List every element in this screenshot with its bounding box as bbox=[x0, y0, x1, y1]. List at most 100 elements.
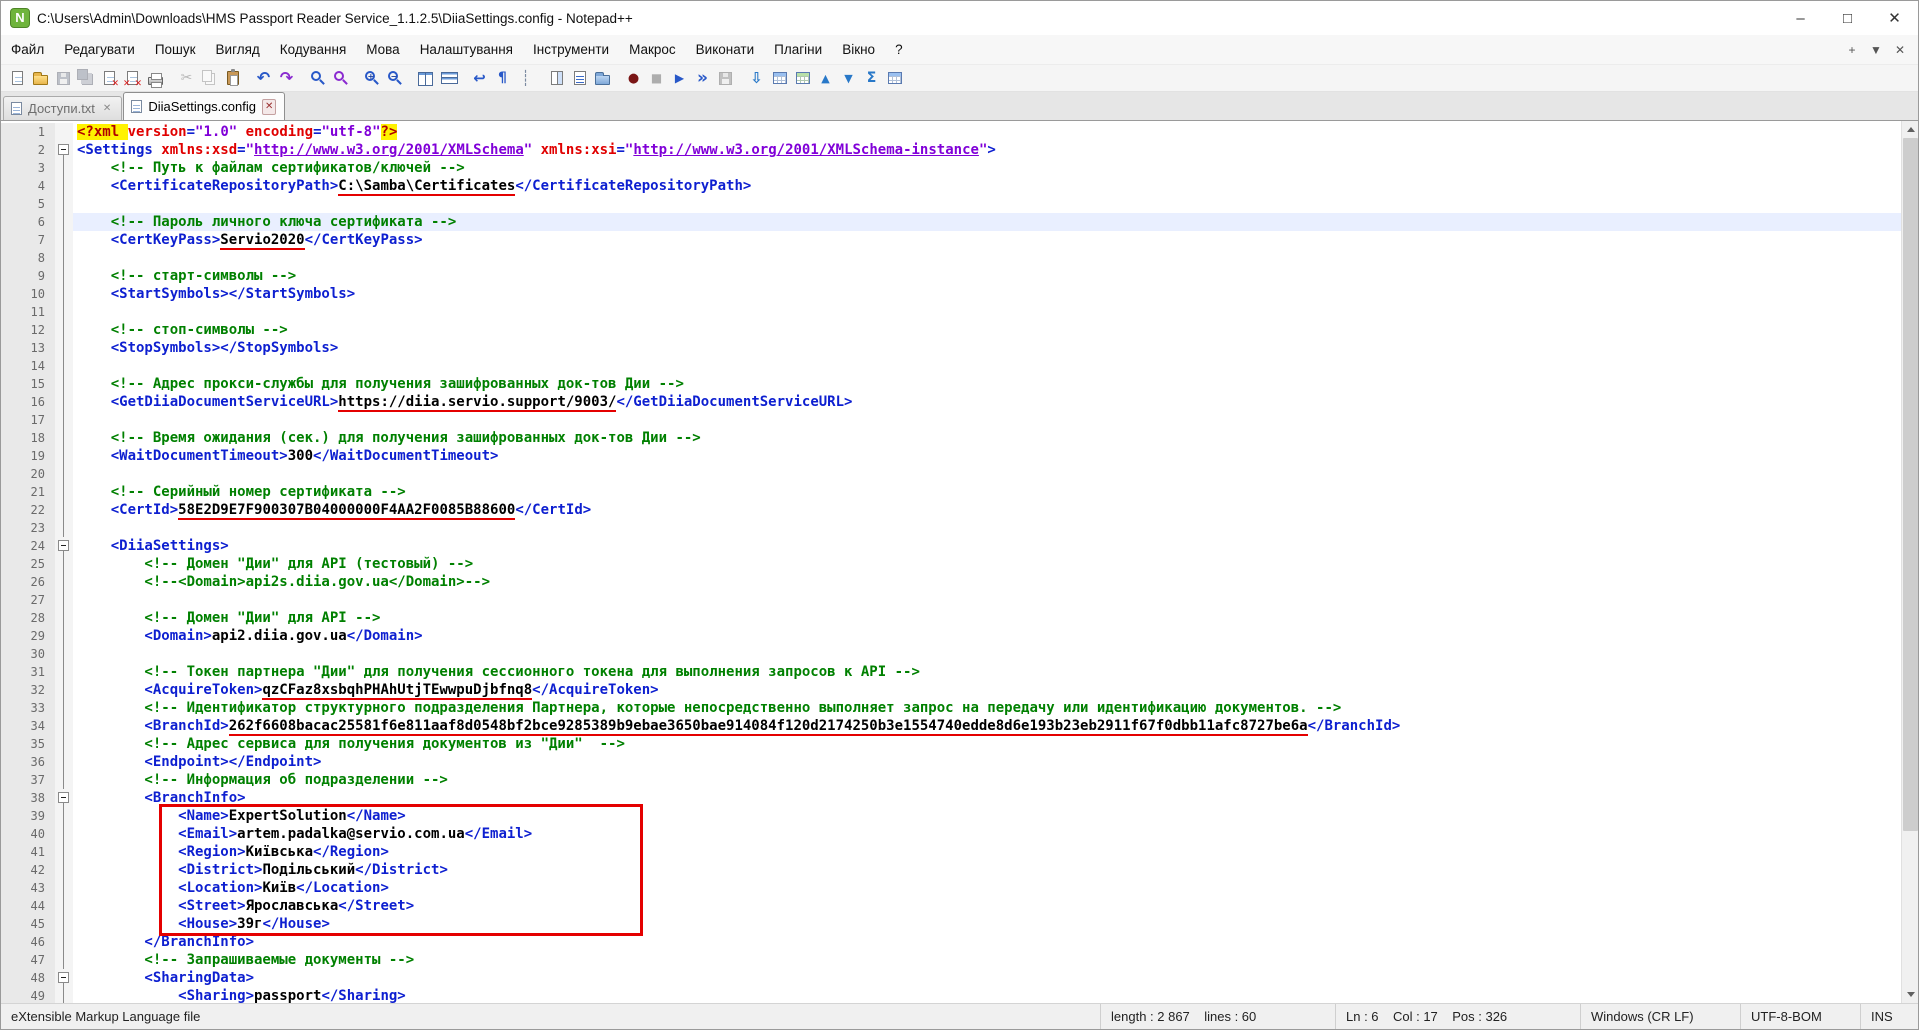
line-number: 26 bbox=[1, 573, 55, 591]
replace-button[interactable] bbox=[329, 67, 352, 90]
undo-button[interactable]: ↶ bbox=[252, 67, 275, 90]
fold-toggle[interactable] bbox=[55, 969, 73, 987]
scroll-up-button[interactable] bbox=[1902, 121, 1918, 138]
tab-label: DiiaSettings.config bbox=[148, 99, 256, 114]
indent-guide-button[interactable]: ┊ bbox=[514, 67, 537, 90]
zoom-out-button[interactable] bbox=[383, 67, 406, 90]
menu-item-plugins[interactable]: Плагіни bbox=[764, 35, 832, 64]
maximize-button[interactable]: □ bbox=[1824, 1, 1871, 35]
menu-right-controls: +▼✕ bbox=[1840, 35, 1918, 64]
line-number: 23 bbox=[1, 519, 55, 537]
fold-toggle[interactable] bbox=[55, 537, 73, 555]
code-text: <BranchInfo> bbox=[73, 789, 1901, 807]
fold-margin bbox=[55, 951, 73, 969]
tab-diia-settings[interactable]: DiiaSettings.config ✕ bbox=[123, 92, 285, 120]
plugin-sum-button[interactable]: Σ bbox=[860, 67, 883, 90]
menu-item-macro[interactable]: Макрос bbox=[619, 35, 686, 64]
menu-item-file[interactable]: Файл bbox=[1, 35, 54, 64]
code-line: 40 <Email>artem.padalka@servio.com.ua</E… bbox=[1, 825, 1901, 843]
new-file-button[interactable] bbox=[6, 67, 29, 90]
code-segment: <!-- Адрес сервиса для получения докумен… bbox=[77, 736, 625, 752]
scrollbar-thumb[interactable] bbox=[1903, 138, 1918, 831]
sync-vertical-button[interactable] bbox=[414, 67, 437, 90]
window-title: C:\Users\Admin\Downloads\HMS Passport Re… bbox=[37, 11, 633, 26]
close-button[interactable]: ✕ bbox=[1871, 1, 1918, 35]
copy-button[interactable] bbox=[198, 67, 221, 90]
save-all-button[interactable] bbox=[75, 67, 98, 90]
plugin-sort-desc-button[interactable]: ▼ bbox=[837, 67, 860, 90]
code-line: 26 <!--<Domain>api2s.diia.gov.ua</Domain… bbox=[1, 573, 1901, 591]
fold-margin bbox=[55, 375, 73, 393]
show-all-characters-button[interactable]: ¶ bbox=[491, 67, 514, 90]
code-text bbox=[73, 303, 1901, 321]
macro-record-button[interactable]: ● bbox=[622, 67, 645, 90]
print-button[interactable] bbox=[144, 67, 167, 90]
open-file-button[interactable] bbox=[29, 67, 52, 90]
code-segment: </Region> bbox=[313, 844, 389, 860]
save-file-button[interactable] bbox=[52, 67, 75, 90]
menu-item-run[interactable]: Виконати bbox=[686, 35, 765, 64]
tab-close-button[interactable]: ✕ bbox=[101, 102, 113, 116]
document-map-button[interactable] bbox=[545, 67, 568, 90]
macro-run-multiple-button[interactable]: » bbox=[691, 67, 714, 90]
code-line: 22 <CertId>58E2D9E7F900307B04000000F4AA2… bbox=[1, 501, 1901, 519]
code-segment: <StopSymbols></StopSymbols> bbox=[77, 340, 338, 356]
code-text: <CertId>58E2D9E7F900307B04000000F4AA2F00… bbox=[73, 501, 1901, 519]
code-segment bbox=[237, 124, 245, 140]
fold-toggle[interactable] bbox=[55, 789, 73, 807]
code-segment: artem.padalka@servio.com.ua bbox=[237, 826, 465, 842]
menu-item-window[interactable]: Вікно bbox=[832, 35, 885, 64]
menu-item-help[interactable]: ? bbox=[885, 35, 913, 64]
menu-item-search[interactable]: Пошук bbox=[145, 35, 206, 64]
code-text bbox=[73, 249, 1901, 267]
minimize-button[interactable]: – bbox=[1777, 1, 1824, 35]
menu-item-view[interactable]: Вигляд bbox=[206, 35, 270, 64]
sync-horizontal-button[interactable] bbox=[437, 67, 460, 90]
line-number: 18 bbox=[1, 429, 55, 447]
close-file-button[interactable] bbox=[98, 67, 121, 90]
menu-item-edit[interactable]: Редагувати bbox=[54, 35, 145, 64]
plugin-sort-asc-button[interactable]: ▲ bbox=[814, 67, 837, 90]
word-wrap-button[interactable]: ↩ bbox=[468, 67, 491, 90]
plugin-arrow-down-button[interactable]: ⇩ bbox=[745, 67, 768, 90]
plugin-grid-button[interactable] bbox=[883, 67, 906, 90]
line-number: 29 bbox=[1, 627, 55, 645]
line-number: 10 bbox=[1, 285, 55, 303]
macro-play-button[interactable]: ▶ bbox=[668, 67, 691, 90]
code-segment: <!-- Серийный номер сертификата --> bbox=[77, 484, 406, 500]
menubar-dropdown-button[interactable]: ▼ bbox=[1864, 39, 1888, 61]
plugin-table-button[interactable] bbox=[791, 67, 814, 90]
folder-as-workspace-button[interactable] bbox=[591, 67, 614, 90]
tab-close-button[interactable]: ✕ bbox=[262, 99, 276, 115]
macro-save-button[interactable] bbox=[714, 67, 737, 90]
find-button[interactable] bbox=[306, 67, 329, 90]
line-number: 46 bbox=[1, 933, 55, 951]
code-segment: <!-- Адрес прокси-службы для получения з… bbox=[77, 376, 684, 392]
cut-button[interactable]: ✂ bbox=[175, 67, 198, 90]
tab-dostupy[interactable]: Доступи.txt✕ bbox=[3, 96, 122, 120]
menu-item-tools[interactable]: Інструменти bbox=[523, 35, 619, 64]
macro-stop-button[interactable]: ■ bbox=[645, 67, 668, 90]
paste-button[interactable] bbox=[221, 67, 244, 90]
code-area[interactable]: 1<?xml version="1.0" encoding="utf-8"?>2… bbox=[1, 121, 1901, 1003]
code-line: 8 bbox=[1, 249, 1901, 267]
fold-toggle[interactable] bbox=[55, 141, 73, 159]
code-segment: <SharingData> bbox=[77, 970, 254, 986]
code-line: 29 <Domain>api2.diia.gov.ua</Domain> bbox=[1, 627, 1901, 645]
menu-item-language[interactable]: Мова bbox=[356, 35, 409, 64]
menubar-close-button[interactable]: ✕ bbox=[1888, 39, 1912, 61]
vertical-scrollbar[interactable] bbox=[1901, 121, 1918, 1003]
menubar-plus-button[interactable]: + bbox=[1840, 39, 1864, 61]
menu-item-settings[interactable]: Налаштування bbox=[410, 35, 523, 64]
line-number: 39 bbox=[1, 807, 55, 825]
close-all-button[interactable] bbox=[121, 67, 144, 90]
redo-button[interactable]: ↷ bbox=[275, 67, 298, 90]
code-segment: <BranchId> bbox=[77, 718, 229, 734]
scroll-down-button[interactable] bbox=[1902, 986, 1918, 1003]
code-segment: > bbox=[987, 142, 995, 158]
fold-margin bbox=[55, 213, 73, 231]
plugin-table-sort-button[interactable] bbox=[768, 67, 791, 90]
zoom-in-button[interactable] bbox=[360, 67, 383, 90]
menu-item-encoding[interactable]: Кодування bbox=[270, 35, 356, 64]
function-list-button[interactable] bbox=[568, 67, 591, 90]
